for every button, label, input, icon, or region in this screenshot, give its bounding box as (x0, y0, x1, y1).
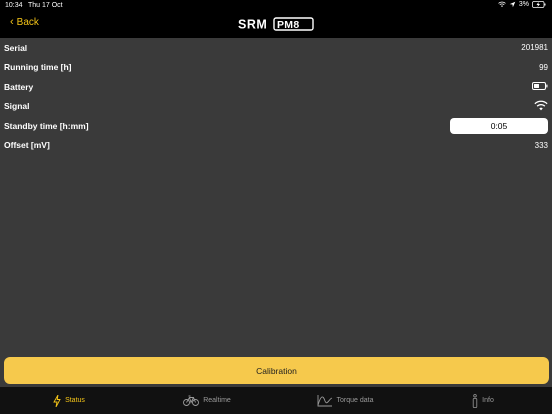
srm-pm8-logo: SRM PM8 (238, 17, 314, 32)
row-battery: Battery (0, 77, 552, 97)
tab-info-label: Info (482, 397, 494, 404)
tab-info[interactable]: Info (414, 387, 552, 414)
lightning-icon (53, 394, 61, 407)
status-indicators: 3% (498, 1, 546, 8)
running-time-value: 99 (539, 62, 548, 72)
tab-realtime-label: Realtime (203, 397, 231, 404)
row-running-time: Running time [h] 99 (0, 58, 552, 78)
battery-charging-icon (532, 1, 546, 8)
tab-status[interactable]: Status (0, 387, 138, 414)
row-standby-time: Standby time [h:mm] 0:05 (0, 116, 552, 136)
battery-low-icon (532, 81, 548, 92)
back-label: Back (16, 17, 39, 28)
running-time-label: Running time [h] (4, 62, 72, 73)
svg-text:PM8: PM8 (277, 19, 300, 31)
tab-bar: Status Realtime Torque data Info (0, 387, 552, 414)
calibration-button[interactable]: Calibration (4, 357, 549, 384)
torque-curve-icon (317, 394, 333, 407)
row-serial: Serial 201981 (0, 38, 552, 58)
info-icon (472, 393, 478, 408)
status-bar: 10:34 Thu 17 Oct 3% (0, 0, 552, 12)
back-button[interactable]: ‹ Back (10, 16, 39, 29)
standby-time-label: Standby time [h:mm] (4, 120, 89, 131)
offset-value: 333 (534, 140, 548, 150)
bicycle-icon (183, 395, 200, 406)
top-bar: 10:34 Thu 17 Oct 3% ‹ Back SRM PM8 (0, 0, 552, 38)
row-signal: Signal (0, 97, 552, 117)
wifi-status-icon (498, 1, 506, 8)
battery-percent: 3% (518, 1, 529, 8)
row-offset: Offset [mV] 333 (0, 136, 552, 156)
serial-value: 201981 (521, 43, 548, 53)
chevron-left-icon: ‹ (10, 16, 14, 28)
offset-label: Offset [mV] (4, 140, 50, 151)
tab-status-label: Status (65, 397, 85, 404)
status-time: 10:34 (5, 2, 23, 9)
location-icon (509, 1, 516, 8)
tab-torque-data[interactable]: Torque data (276, 387, 414, 414)
svg-text:SRM: SRM (238, 18, 267, 32)
tab-realtime[interactable]: Realtime (138, 387, 276, 414)
wifi-signal-icon (534, 100, 548, 113)
standby-time-field[interactable]: 0:05 (450, 117, 548, 134)
signal-label: Signal (4, 101, 30, 112)
battery-label: Battery (4, 81, 34, 92)
status-date: Thu 17 Oct (28, 2, 63, 9)
status-list: Serial 201981 Running time [h] 99 Batter… (0, 38, 552, 155)
serial-label: Serial (4, 42, 28, 53)
tab-torque-data-label: Torque data (336, 397, 374, 404)
